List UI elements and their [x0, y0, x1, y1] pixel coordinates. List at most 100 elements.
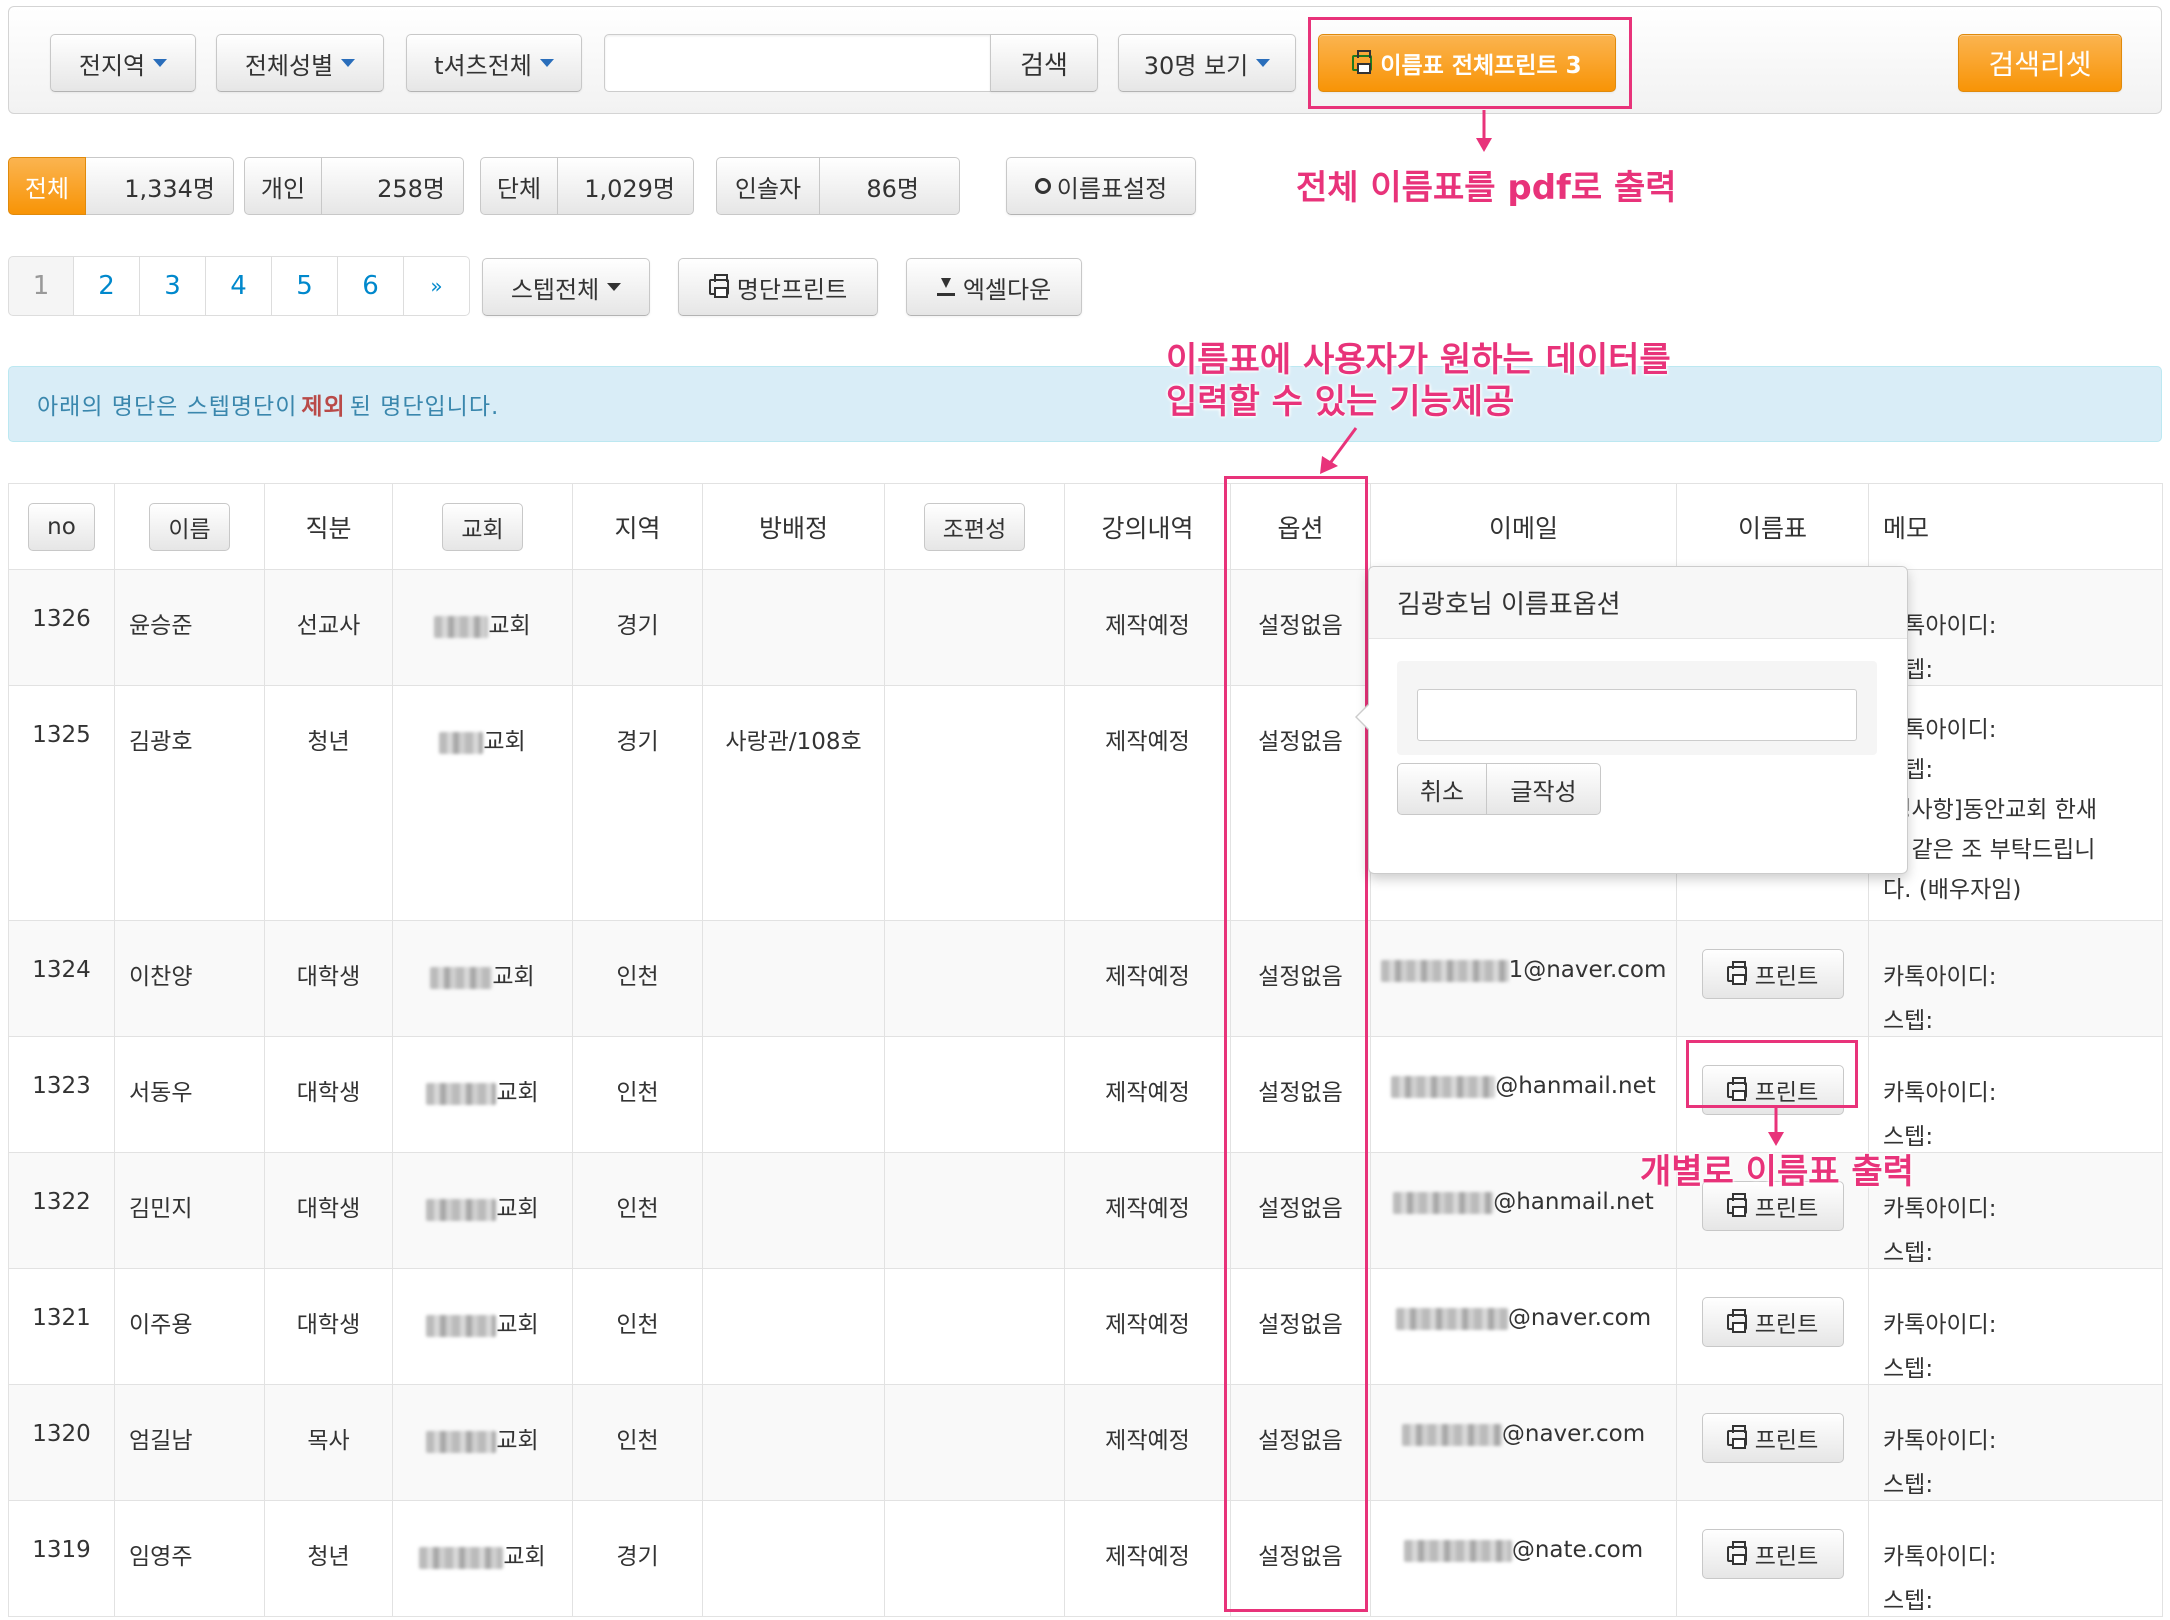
table-row: 1320 엄길남 목사 교회 인천 제작예정 설정없음 @naver.com 프…	[8, 1384, 2163, 1501]
printer-icon	[1726, 1425, 1747, 1449]
col-room: 방배정	[702, 483, 885, 570]
popover-title: 김광호님 이름표옵션	[1369, 567, 1907, 639]
cell-no: 1321	[8, 1268, 115, 1385]
printer-icon	[1726, 961, 1747, 985]
memo-step: 스텝:	[1883, 657, 1934, 683]
cell-room	[702, 1268, 885, 1385]
search-input[interactable]	[604, 34, 992, 92]
annotation-arrow-down	[1768, 1108, 1784, 1146]
sort-no-button[interactable]: no	[28, 502, 95, 551]
cell-group	[884, 685, 1065, 921]
stat-total[interactable]: 전체 1,334명	[8, 157, 234, 215]
stat-leader[interactable]: 인솔자 86명	[716, 157, 960, 215]
col-group: 조편성	[884, 483, 1065, 570]
popover-write-button[interactable]: 글작성	[1487, 763, 1601, 815]
printer-icon	[708, 274, 729, 298]
print-nametag-button[interactable]: 프린트	[1701, 1413, 1844, 1463]
cell-church: 교회	[392, 1500, 573, 1617]
cell-memo: 카톡아이디: 스텝:	[1868, 1036, 2163, 1153]
memo-step: 스텝:	[1883, 1472, 1934, 1498]
memo-kakao: 카톡아이디:	[1883, 717, 1997, 743]
tshirt-dropdown[interactable]: t셔츠전체	[406, 34, 582, 92]
cell-role: 청년	[264, 685, 393, 921]
memo-step: 스텝:	[1883, 1008, 1934, 1034]
print-nametag-button[interactable]: 프린트	[1701, 1529, 1844, 1579]
print-nametag-button[interactable]: 프린트	[1701, 1297, 1844, 1347]
stat-group-value: 1,029명	[558, 157, 694, 215]
cell-region: 경기	[572, 1500, 703, 1617]
print-nametag-button[interactable]: 프린트	[1701, 949, 1844, 999]
region-dropdown[interactable]: 전지역	[50, 34, 196, 92]
excel-download-button[interactable]: 엑셀다운	[906, 258, 1082, 316]
page-3[interactable]: 3	[140, 256, 206, 316]
search-reset-button[interactable]: 검색리셋	[1958, 34, 2122, 92]
stat-leader-label: 인솔자	[716, 157, 820, 215]
list-print-button[interactable]: 명단프린트	[678, 258, 878, 316]
annotation-box-option-column	[1224, 476, 1368, 1612]
cell-room	[702, 1152, 885, 1269]
sort-name-button[interactable]: 이름	[149, 502, 230, 551]
chevron-down-icon	[153, 59, 168, 67]
cell-role: 대학생	[264, 920, 393, 1037]
email-domain: @nate.com	[1511, 1537, 1644, 1563]
annotation-box-print-button	[1686, 1040, 1858, 1108]
cell-room	[702, 920, 885, 1037]
search-button[interactable]: 검색	[990, 34, 1098, 92]
cell-church: 교회	[392, 1152, 573, 1269]
gender-dropdown[interactable]: 전체성별	[216, 34, 384, 92]
memo-kakao: 카톡아이디:	[1883, 964, 1997, 990]
page-6[interactable]: 6	[338, 256, 404, 316]
church-suffix: 교회	[496, 1428, 539, 1454]
memo-step: 스텝:	[1883, 1124, 1934, 1150]
cell-role: 대학생	[264, 1152, 393, 1269]
email-domain: @hanmail.net	[1493, 1189, 1654, 1215]
memo-request: 과 같은 조 부탁드립니	[1883, 837, 2096, 863]
church-suffix: 교회	[503, 1544, 546, 1570]
annotation-option-line1: 이름표에 사용자가 원하는 데이터를	[1166, 340, 1671, 380]
redacted-text	[426, 1430, 497, 1453]
cell-lecture: 제작예정	[1064, 1500, 1231, 1617]
church-suffix: 교회	[492, 964, 535, 990]
nametag-settings-button[interactable]: 이름표설정	[1006, 157, 1196, 215]
sort-church-button[interactable]: 교회	[442, 502, 523, 551]
cell-role: 대학생	[264, 1036, 393, 1153]
cell-lecture: 제작예정	[1064, 920, 1231, 1037]
step-filter-dropdown[interactable]: 스텝전체	[482, 258, 650, 316]
cell-memo: 카톡아이디: 스텝:	[1868, 1268, 2163, 1385]
page-next[interactable]: »	[404, 256, 470, 316]
sort-group-button[interactable]: 조편성	[923, 502, 1026, 551]
col-role: 직분	[264, 483, 393, 570]
table-row: 1321 이주용 대학생 교회 인천 제작예정 설정없음 @naver.com …	[8, 1268, 2163, 1385]
cell-name: 엄길남	[114, 1384, 265, 1501]
popover-cancel-button[interactable]: 취소	[1397, 763, 1487, 815]
pagination: 1 2 3 4 5 6 »	[8, 256, 470, 316]
stat-individual[interactable]: 개인 258명	[244, 157, 464, 215]
cell-memo: 카톡아이디: 스텝: .청사항]동안교회 한새 과 같은 조 부탁드립니 다. …	[1868, 685, 2163, 921]
chevron-down-icon	[539, 59, 554, 67]
print-label: 프린트	[1754, 1196, 1819, 1222]
cell-no: 1323	[8, 1036, 115, 1153]
cell-name: 이주용	[114, 1268, 265, 1385]
email-domain: @naver.com	[1507, 1305, 1652, 1331]
nametag-option-popover: 김광호님 이름표옵션 취소 글작성	[1355, 566, 1908, 874]
cell-church: 교회	[392, 1036, 573, 1153]
memo-request: 다. (배우자임)	[1883, 877, 2022, 903]
cell-lecture: 제작예정	[1064, 1384, 1231, 1501]
cell-role: 목사	[264, 1384, 393, 1501]
page-size-dropdown[interactable]: 30명 보기	[1118, 34, 1296, 92]
page-4[interactable]: 4	[206, 256, 272, 316]
chevron-down-icon	[1256, 59, 1271, 67]
list-print-label: 명단프린트	[736, 275, 848, 304]
cell-room: 사랑관/108호	[702, 685, 885, 921]
col-church: 교회	[392, 483, 573, 570]
page-5[interactable]: 5	[272, 256, 338, 316]
stat-group[interactable]: 단체 1,029명	[480, 157, 694, 215]
cell-email: @naver.com	[1370, 1384, 1677, 1501]
chevron-down-icon	[341, 59, 356, 67]
nametag-option-input[interactable]	[1417, 689, 1857, 741]
cell-no: 1322	[8, 1152, 115, 1269]
cell-email: @hanmail.net	[1370, 1152, 1677, 1269]
page-2[interactable]: 2	[74, 256, 140, 316]
cell-region: 인천	[572, 1152, 703, 1269]
page-1[interactable]: 1	[8, 256, 74, 316]
